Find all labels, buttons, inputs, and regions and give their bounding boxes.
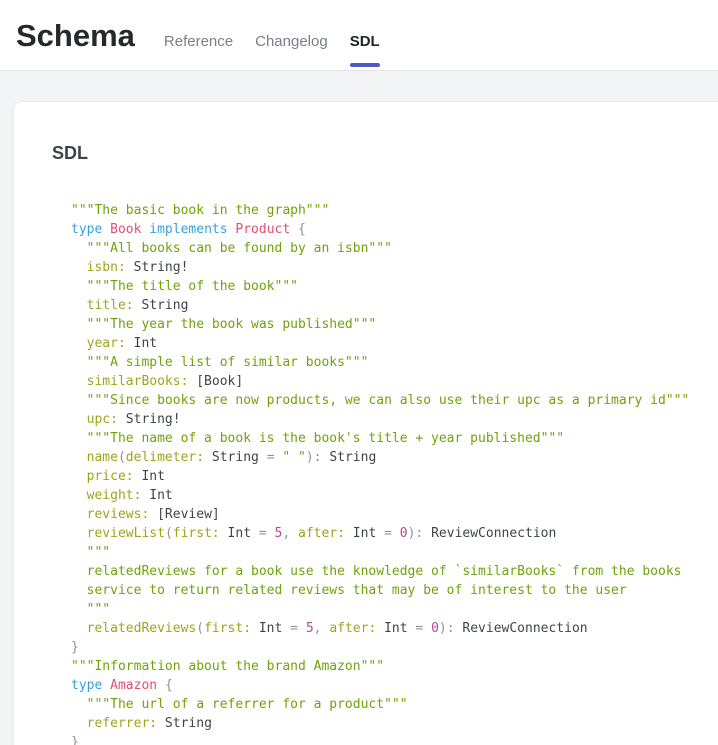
code-line: } — [71, 733, 709, 745]
code-line: """The url of a referrer for a product""… — [71, 695, 709, 714]
code-line: """The year the book was published""" — [71, 315, 709, 334]
tab-bar: Reference Changelog SDL — [164, 32, 380, 52]
code-line: """ — [71, 600, 709, 619]
code-line: """The title of the book""" — [71, 277, 709, 296]
code-line: type Amazon { — [71, 676, 709, 695]
code-line: referrer: String — [71, 714, 709, 733]
code-line: """Since books are now products, we can … — [71, 391, 709, 410]
code-line: """Information about the brand Amazon""" — [71, 657, 709, 676]
code-line: upc: String! — [71, 410, 709, 429]
code-line: """ — [71, 543, 709, 562]
code-line: price: Int — [71, 467, 709, 486]
code-line: weight: Int — [71, 486, 709, 505]
code-line: relatedReviews(first: Int = 5, after: In… — [71, 619, 709, 638]
page-title: Schema — [16, 16, 135, 56]
tab-reference[interactable]: Reference — [164, 32, 233, 52]
code-line: type Book implements Product { — [71, 220, 709, 239]
code-line: """The name of a book is the book's titl… — [71, 429, 709, 448]
code-line: year: Int — [71, 334, 709, 353]
code-line: service to return related reviews that m… — [71, 581, 709, 600]
sdl-heading: SDL — [52, 142, 709, 164]
schema-header: Schema Reference Changelog SDL — [0, 0, 718, 71]
sdl-card: SDL """The basic book in the graph"""typ… — [13, 101, 718, 745]
code-line: """A simple list of similar books""" — [71, 353, 709, 372]
code-line: name(delimeter: String = " "): String — [71, 448, 709, 467]
code-line: """All books can be found by an isbn""" — [71, 239, 709, 258]
tab-sdl[interactable]: SDL — [350, 32, 380, 52]
code-line: reviewList(first: Int = 5, after: Int = … — [71, 524, 709, 543]
code-line: """The basic book in the graph""" — [71, 201, 709, 220]
code-line: relatedReviews for a book use the knowle… — [71, 562, 709, 581]
sdl-code-block: """The basic book in the graph"""type Bo… — [52, 201, 709, 745]
tab-changelog[interactable]: Changelog — [255, 32, 328, 52]
code-line: similarBooks: [Book] — [71, 372, 709, 391]
code-line: } — [71, 638, 709, 657]
code-line: reviews: [Review] — [71, 505, 709, 524]
code-line: isbn: String! — [71, 258, 709, 277]
code-line: title: String — [71, 296, 709, 315]
